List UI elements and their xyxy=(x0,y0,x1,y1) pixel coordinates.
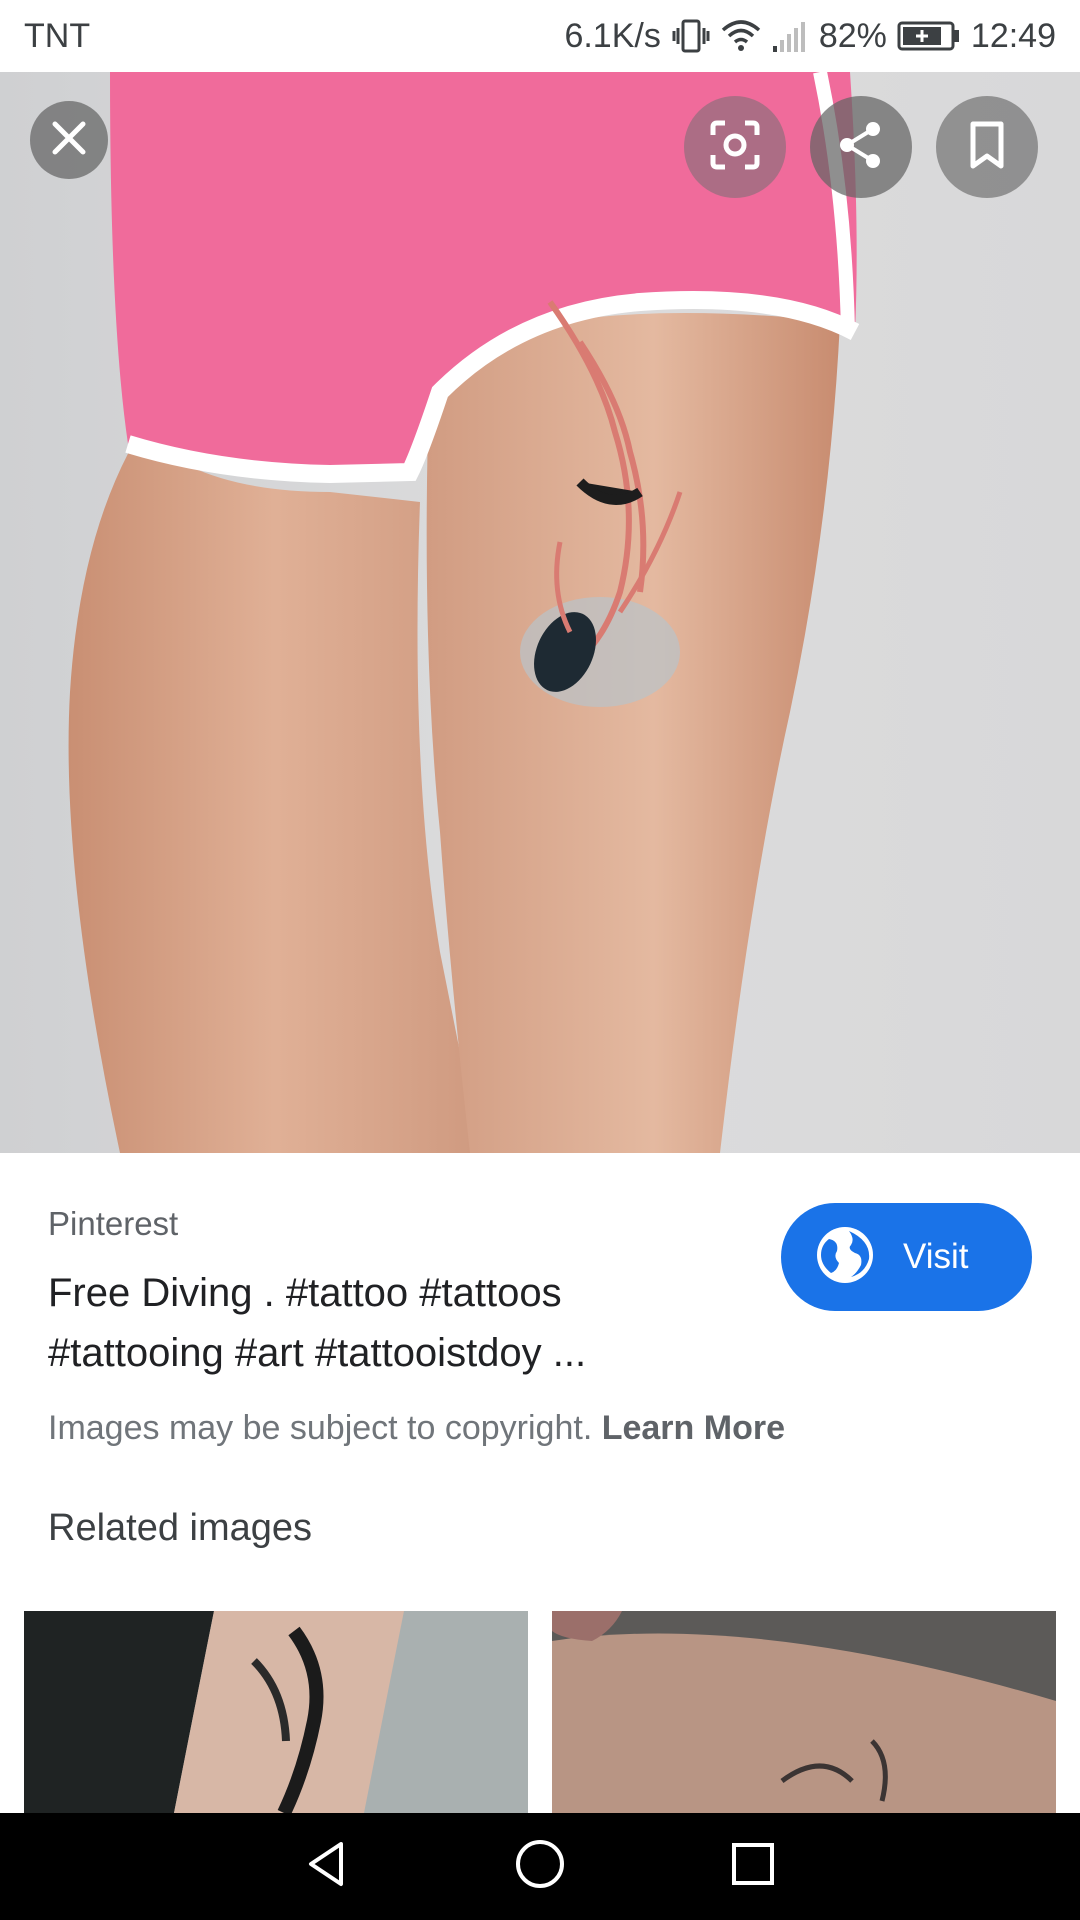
copyright-notice: Images may be subject to copyright. Lear… xyxy=(48,1409,785,1448)
image-title-line-2: #tattooing #art #tattooistdoy ... xyxy=(48,1331,587,1375)
visit-button[interactable]: Visit xyxy=(781,1203,1032,1311)
signal-icon xyxy=(771,18,809,54)
network-speed: 6.1K/s xyxy=(564,16,661,55)
lens-search-icon xyxy=(709,119,761,176)
related-image-2[interactable] xyxy=(552,1611,1056,1813)
related-images-heading: Related images xyxy=(48,1507,313,1549)
wifi-icon xyxy=(721,18,761,54)
home-button[interactable] xyxy=(500,1827,580,1907)
visit-label: Visit xyxy=(903,1237,969,1276)
related-image-1[interactable] xyxy=(24,1611,528,1813)
main-image[interactable] xyxy=(0,72,1080,1153)
tattoo-photo xyxy=(68,72,860,1153)
vibrate-icon xyxy=(671,18,711,54)
bookmark-icon xyxy=(967,120,1007,175)
back-button[interactable] xyxy=(287,1827,367,1907)
battery-percent: 82% xyxy=(818,16,887,55)
navigation-bar xyxy=(0,1813,1080,1920)
recents-button[interactable] xyxy=(713,1827,793,1907)
save-button[interactable] xyxy=(936,96,1038,198)
source-site[interactable]: Pinterest xyxy=(48,1205,178,1243)
image-title-line-1: Free Diving . #tattoo #tattoos xyxy=(48,1271,562,1315)
battery-charging-icon xyxy=(897,20,961,52)
back-icon xyxy=(301,1838,353,1895)
copyright-text: Images may be subject to copyright. xyxy=(48,1409,593,1447)
lens-search-button[interactable] xyxy=(684,96,786,198)
status-bar: TNT 6.1K/s 82% 12:49 xyxy=(0,0,1080,72)
status-indicators: 6.1K/s 82% 12:49 xyxy=(564,17,1056,56)
result-details: Pinterest Free Diving . #tattoo #tattoos… xyxy=(0,1153,1080,1813)
home-icon xyxy=(514,1838,566,1895)
globe-icon xyxy=(815,1225,875,1290)
learn-more-link[interactable]: Learn More xyxy=(602,1409,785,1447)
carrier-label: TNT xyxy=(24,16,91,55)
share-icon xyxy=(835,119,887,176)
image-title[interactable]: Free Diving . #tattoo #tattoos #tattooin… xyxy=(48,1263,688,1383)
share-button[interactable] xyxy=(810,96,912,198)
recents-icon xyxy=(729,1840,777,1893)
close-icon xyxy=(49,118,89,163)
close-button[interactable] xyxy=(30,101,108,179)
clock: 12:49 xyxy=(970,16,1056,55)
